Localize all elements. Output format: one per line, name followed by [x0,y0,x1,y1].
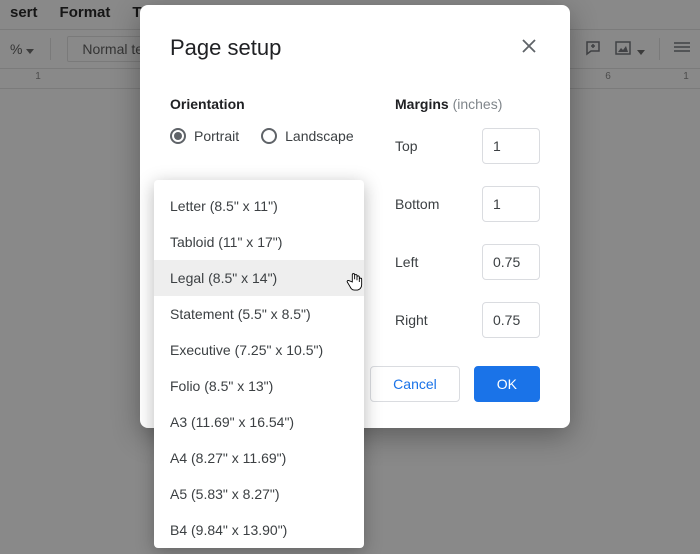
paper-size-option[interactable]: A5 (5.83" x 8.27") [154,476,364,512]
close-icon [522,39,536,53]
margins-label: Margins (inches) [395,96,540,112]
paper-size-option[interactable]: Statement (5.5" x 8.5") [154,296,364,332]
margin-bottom-input[interactable] [482,186,540,222]
paper-size-option[interactable]: Executive (7.25" x 10.5") [154,332,364,368]
margin-left-label: Left [395,254,418,270]
paper-size-option[interactable]: A3 (11.69" x 16.54") [154,404,364,440]
cancel-button[interactable]: Cancel [370,366,460,402]
paper-size-option[interactable]: Letter (8.5" x 11") [154,188,364,224]
margin-bottom-label: Bottom [395,196,439,212]
radio-icon [170,128,186,144]
margins-hint: (inches) [453,96,503,112]
portrait-label: Portrait [194,128,239,144]
paper-size-dropdown: Letter (8.5" x 11") Tabloid (11" x 17") … [154,180,364,548]
paper-size-option[interactable]: B4 (9.84" x 13.90") [154,512,364,548]
orientation-label: Orientation [170,96,355,112]
close-button[interactable] [518,33,540,62]
margins-label-text: Margins [395,96,449,112]
margin-top-label: Top [395,138,418,154]
margin-right-label: Right [395,312,428,328]
orientation-portrait-radio[interactable]: Portrait [170,128,239,144]
orientation-landscape-radio[interactable]: Landscape [261,128,354,144]
margin-top-input[interactable] [482,128,540,164]
ok-button[interactable]: OK [474,366,540,402]
paper-size-option[interactable]: Tabloid (11" x 17") [154,224,364,260]
paper-size-option[interactable]: Folio (8.5" x 13") [154,368,364,404]
paper-size-option[interactable]: Legal (8.5" x 14") [154,260,364,296]
radio-icon [261,128,277,144]
margins-section: Margins (inches) Top Bottom Left Right [395,96,540,360]
landscape-label: Landscape [285,128,354,144]
dialog-title: Page setup [170,35,281,61]
margin-left-input[interactable] [482,244,540,280]
margin-right-input[interactable] [482,302,540,338]
paper-size-option[interactable]: A4 (8.27" x 11.69") [154,440,364,476]
